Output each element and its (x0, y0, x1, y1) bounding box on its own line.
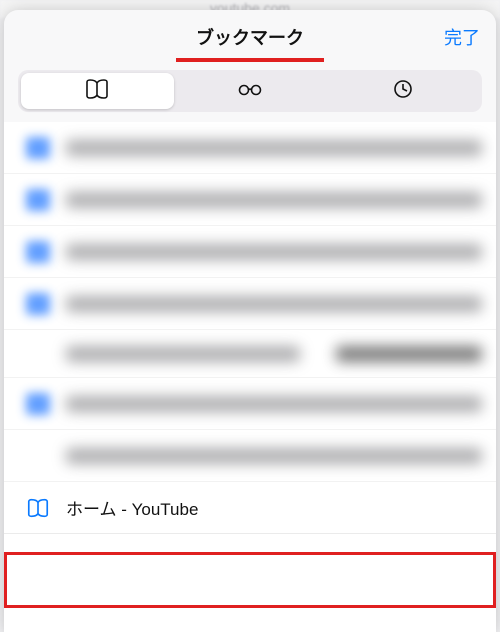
tab-bookmarks[interactable] (21, 73, 174, 109)
bookmarks-sheet: ブックマーク 完了 (4, 10, 496, 632)
list-item[interactable] (4, 122, 496, 174)
list-item[interactable] (4, 174, 496, 226)
list-item-label (66, 244, 482, 260)
sheet-header: ブックマーク 完了 (4, 10, 496, 64)
list-item[interactable] (4, 378, 496, 430)
done-button[interactable]: 完了 (444, 10, 480, 64)
list-item-label (66, 448, 482, 464)
list-item-label: ホーム - YouTube (66, 495, 198, 520)
list-item[interactable] (4, 430, 496, 482)
list-item-label (66, 346, 300, 362)
bookmark-list[interactable]: ホーム - YouTube (4, 122, 496, 632)
bookmark-icon (26, 241, 50, 263)
book-icon (84, 78, 110, 105)
list-item[interactable] (4, 278, 496, 330)
tab-history[interactable] (326, 73, 479, 109)
list-item[interactable] (4, 226, 496, 278)
bookmark-icon (26, 189, 50, 211)
glasses-icon (237, 78, 263, 105)
list-item-label (66, 140, 482, 156)
list-item-label (336, 346, 482, 362)
bookmark-icon (26, 293, 50, 315)
list-item-label (66, 192, 482, 208)
bookmark-icon (26, 137, 50, 159)
sheet-title: ブックマーク (196, 24, 304, 50)
annotation-underline (176, 58, 324, 62)
done-label: 完了 (444, 24, 480, 50)
book-icon (26, 497, 50, 519)
list-item[interactable] (4, 330, 496, 378)
list-item-label (66, 296, 482, 312)
list-item-label (66, 396, 482, 412)
segmented-control (18, 70, 482, 112)
clock-icon (390, 78, 416, 105)
list-item-youtube[interactable]: ホーム - YouTube (4, 482, 496, 534)
bookmark-icon (26, 393, 50, 415)
tab-reading-list[interactable] (174, 73, 327, 109)
